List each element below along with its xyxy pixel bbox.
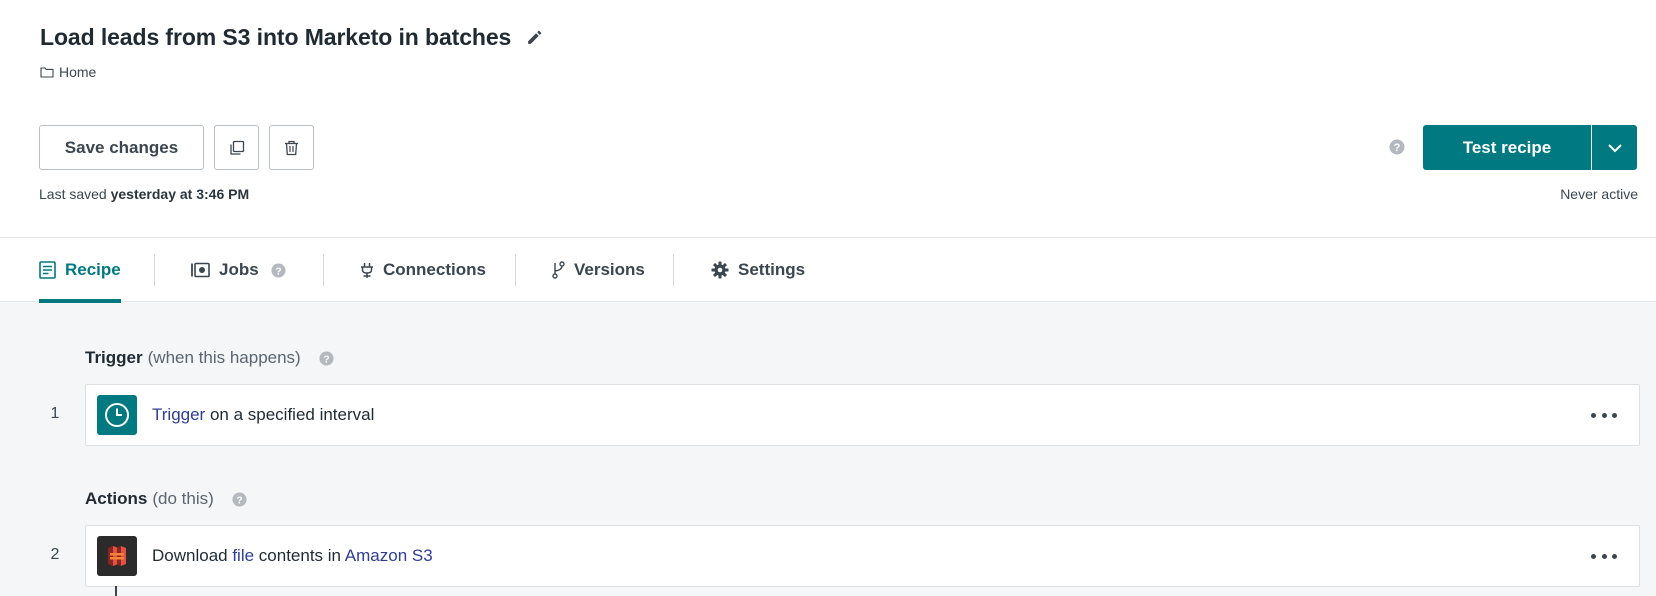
tab-divider	[154, 254, 155, 286]
recipe-toolbar: Save changes	[39, 125, 314, 170]
tab-divider	[515, 254, 516, 286]
test-recipe-group: Test recipe	[1423, 125, 1637, 170]
step-description: Trigger on a specified interval	[152, 405, 374, 425]
tab-label: Settings	[738, 260, 806, 279]
delete-button[interactable]	[269, 125, 314, 170]
copy-icon	[229, 140, 245, 156]
tab-divider	[673, 254, 674, 286]
tab-connections[interactable]: Connections	[360, 238, 486, 302]
svg-text:?: ?	[323, 354, 329, 365]
page-title: Load leads from S3 into Marketo in batch…	[40, 23, 512, 50]
clock-icon	[97, 395, 137, 435]
last-saved-prefix: Last saved	[39, 186, 107, 202]
step-link-trigger[interactable]: Trigger	[152, 405, 205, 424]
svg-text:?: ?	[1394, 142, 1401, 154]
jobs-icon	[191, 262, 210, 278]
folder-breadcrumb[interactable]: Home	[40, 64, 96, 80]
tab-divider	[323, 254, 324, 286]
tab-label: Versions	[574, 260, 645, 279]
title-row: Load leads from S3 into Marketo in batch…	[40, 20, 543, 54]
test-recipe-dropdown-button[interactable]	[1591, 125, 1637, 170]
more-options-icon[interactable]	[1591, 405, 1617, 425]
actions-section-label: Actions (do this) ?	[85, 489, 247, 509]
step-text: contents in	[254, 546, 345, 565]
recipe-document-icon	[39, 261, 56, 279]
tab-recipe[interactable]: Recipe	[39, 238, 121, 303]
actions-help-icon[interactable]: ?	[232, 491, 247, 507]
pencil-edit-icon[interactable]	[525, 28, 543, 46]
plug-connection-icon	[360, 262, 374, 279]
more-options-icon[interactable]	[1591, 546, 1617, 566]
svg-text:?: ?	[236, 495, 242, 506]
trigger-hint: (when this happens)	[147, 348, 301, 367]
folder-name: Home	[59, 64, 97, 80]
help-icon[interactable]: ?	[1389, 139, 1405, 160]
amazon-s3-icon	[97, 536, 137, 576]
tab-label: Connections	[383, 260, 486, 279]
trash-icon	[284, 140, 299, 156]
trigger-label: Trigger	[85, 348, 143, 367]
tab-label: Recipe	[65, 260, 121, 279]
action-step-card[interactable]: Download file contents in Amazon S3	[85, 525, 1640, 587]
svg-text:?: ?	[275, 266, 281, 277]
step-description: Download file contents in Amazon S3	[152, 546, 433, 566]
tab-settings[interactable]: Settings	[711, 238, 805, 302]
step-connector-line	[115, 586, 117, 596]
recipe-header: Load leads from S3 into Marketo in batch…	[0, 0, 1656, 238]
step-number: 2	[50, 546, 60, 563]
tab-versions[interactable]: Versions	[552, 238, 645, 302]
folder-icon	[40, 66, 54, 78]
step-link-file[interactable]: file	[232, 546, 254, 565]
last-saved-status: Last saved yesterday at 3:46 PM	[39, 186, 249, 202]
trigger-section-label: Trigger (when this happens) ?	[85, 348, 334, 368]
branch-icon	[552, 261, 565, 279]
chevron-down-icon	[1607, 143, 1623, 153]
tab-label: Jobs	[219, 260, 259, 279]
test-recipe-button[interactable]: Test recipe	[1423, 125, 1591, 170]
trigger-help-icon[interactable]: ?	[319, 350, 334, 366]
copy-button[interactable]	[214, 125, 259, 170]
step-text: Download	[152, 546, 233, 565]
trigger-step-card[interactable]: Trigger on a specified interval	[85, 384, 1640, 446]
actions-hint: (do this)	[152, 489, 214, 508]
step-text: on a specified interval	[205, 405, 375, 424]
last-saved-time: yesterday at 3:46 PM	[110, 186, 250, 202]
actions-label: Actions	[85, 489, 148, 508]
tab-jobs[interactable]: Jobs ?	[191, 238, 286, 302]
save-changes-button[interactable]: Save changes	[39, 125, 204, 170]
gear-icon	[711, 261, 729, 279]
jobs-help-icon[interactable]: ?	[271, 262, 286, 278]
recipe-tabs: Recipe Jobs ? Connections Versions Setti…	[0, 238, 1656, 303]
step-number: 1	[50, 405, 60, 422]
step-link-app[interactable]: Amazon S3	[345, 546, 433, 565]
recipe-status: Never active	[1560, 186, 1638, 202]
